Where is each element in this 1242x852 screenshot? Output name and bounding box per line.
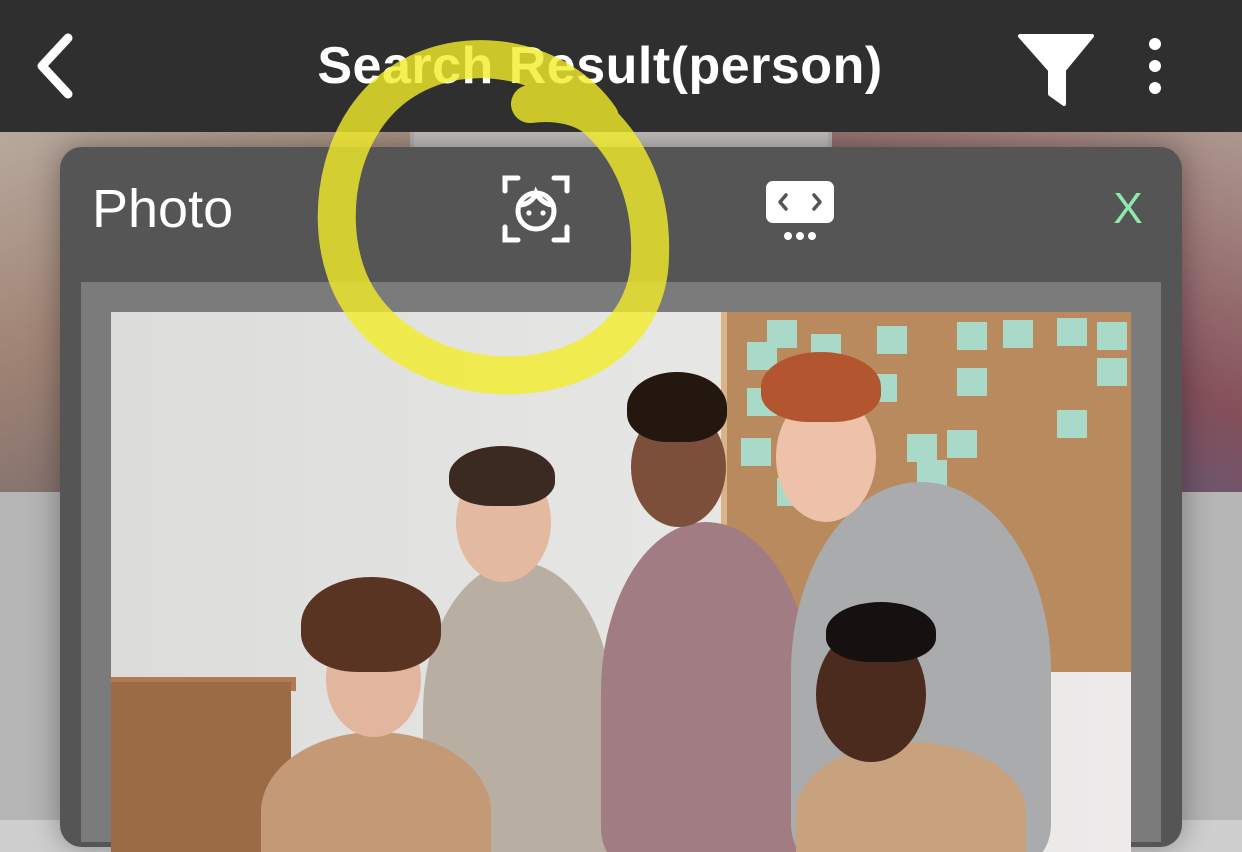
face-detect-icon <box>502 175 570 243</box>
app-bar: Search Result(person) <box>0 0 1242 132</box>
filter-button[interactable] <box>1016 30 1096 108</box>
slideshow-button[interactable] <box>764 179 836 243</box>
dialog-title: Photo <box>92 179 234 239</box>
face-detect-button[interactable] <box>502 175 570 243</box>
person-figure <box>601 522 811 852</box>
photo-frame <box>81 282 1161 852</box>
filter-funnel-icon <box>1018 34 1094 106</box>
more-vertical-icon <box>1149 38 1161 94</box>
back-button[interactable] <box>28 30 98 102</box>
photo-dialog: Photo X <box>60 147 1182 852</box>
slideshow-icon <box>766 181 834 240</box>
page-title: Search Result(person) <box>317 37 883 95</box>
more-options-button[interactable] <box>1130 34 1180 98</box>
photo-image[interactable] <box>111 312 1131 852</box>
chevron-left-icon <box>37 33 73 99</box>
close-button[interactable]: X <box>1108 181 1148 237</box>
